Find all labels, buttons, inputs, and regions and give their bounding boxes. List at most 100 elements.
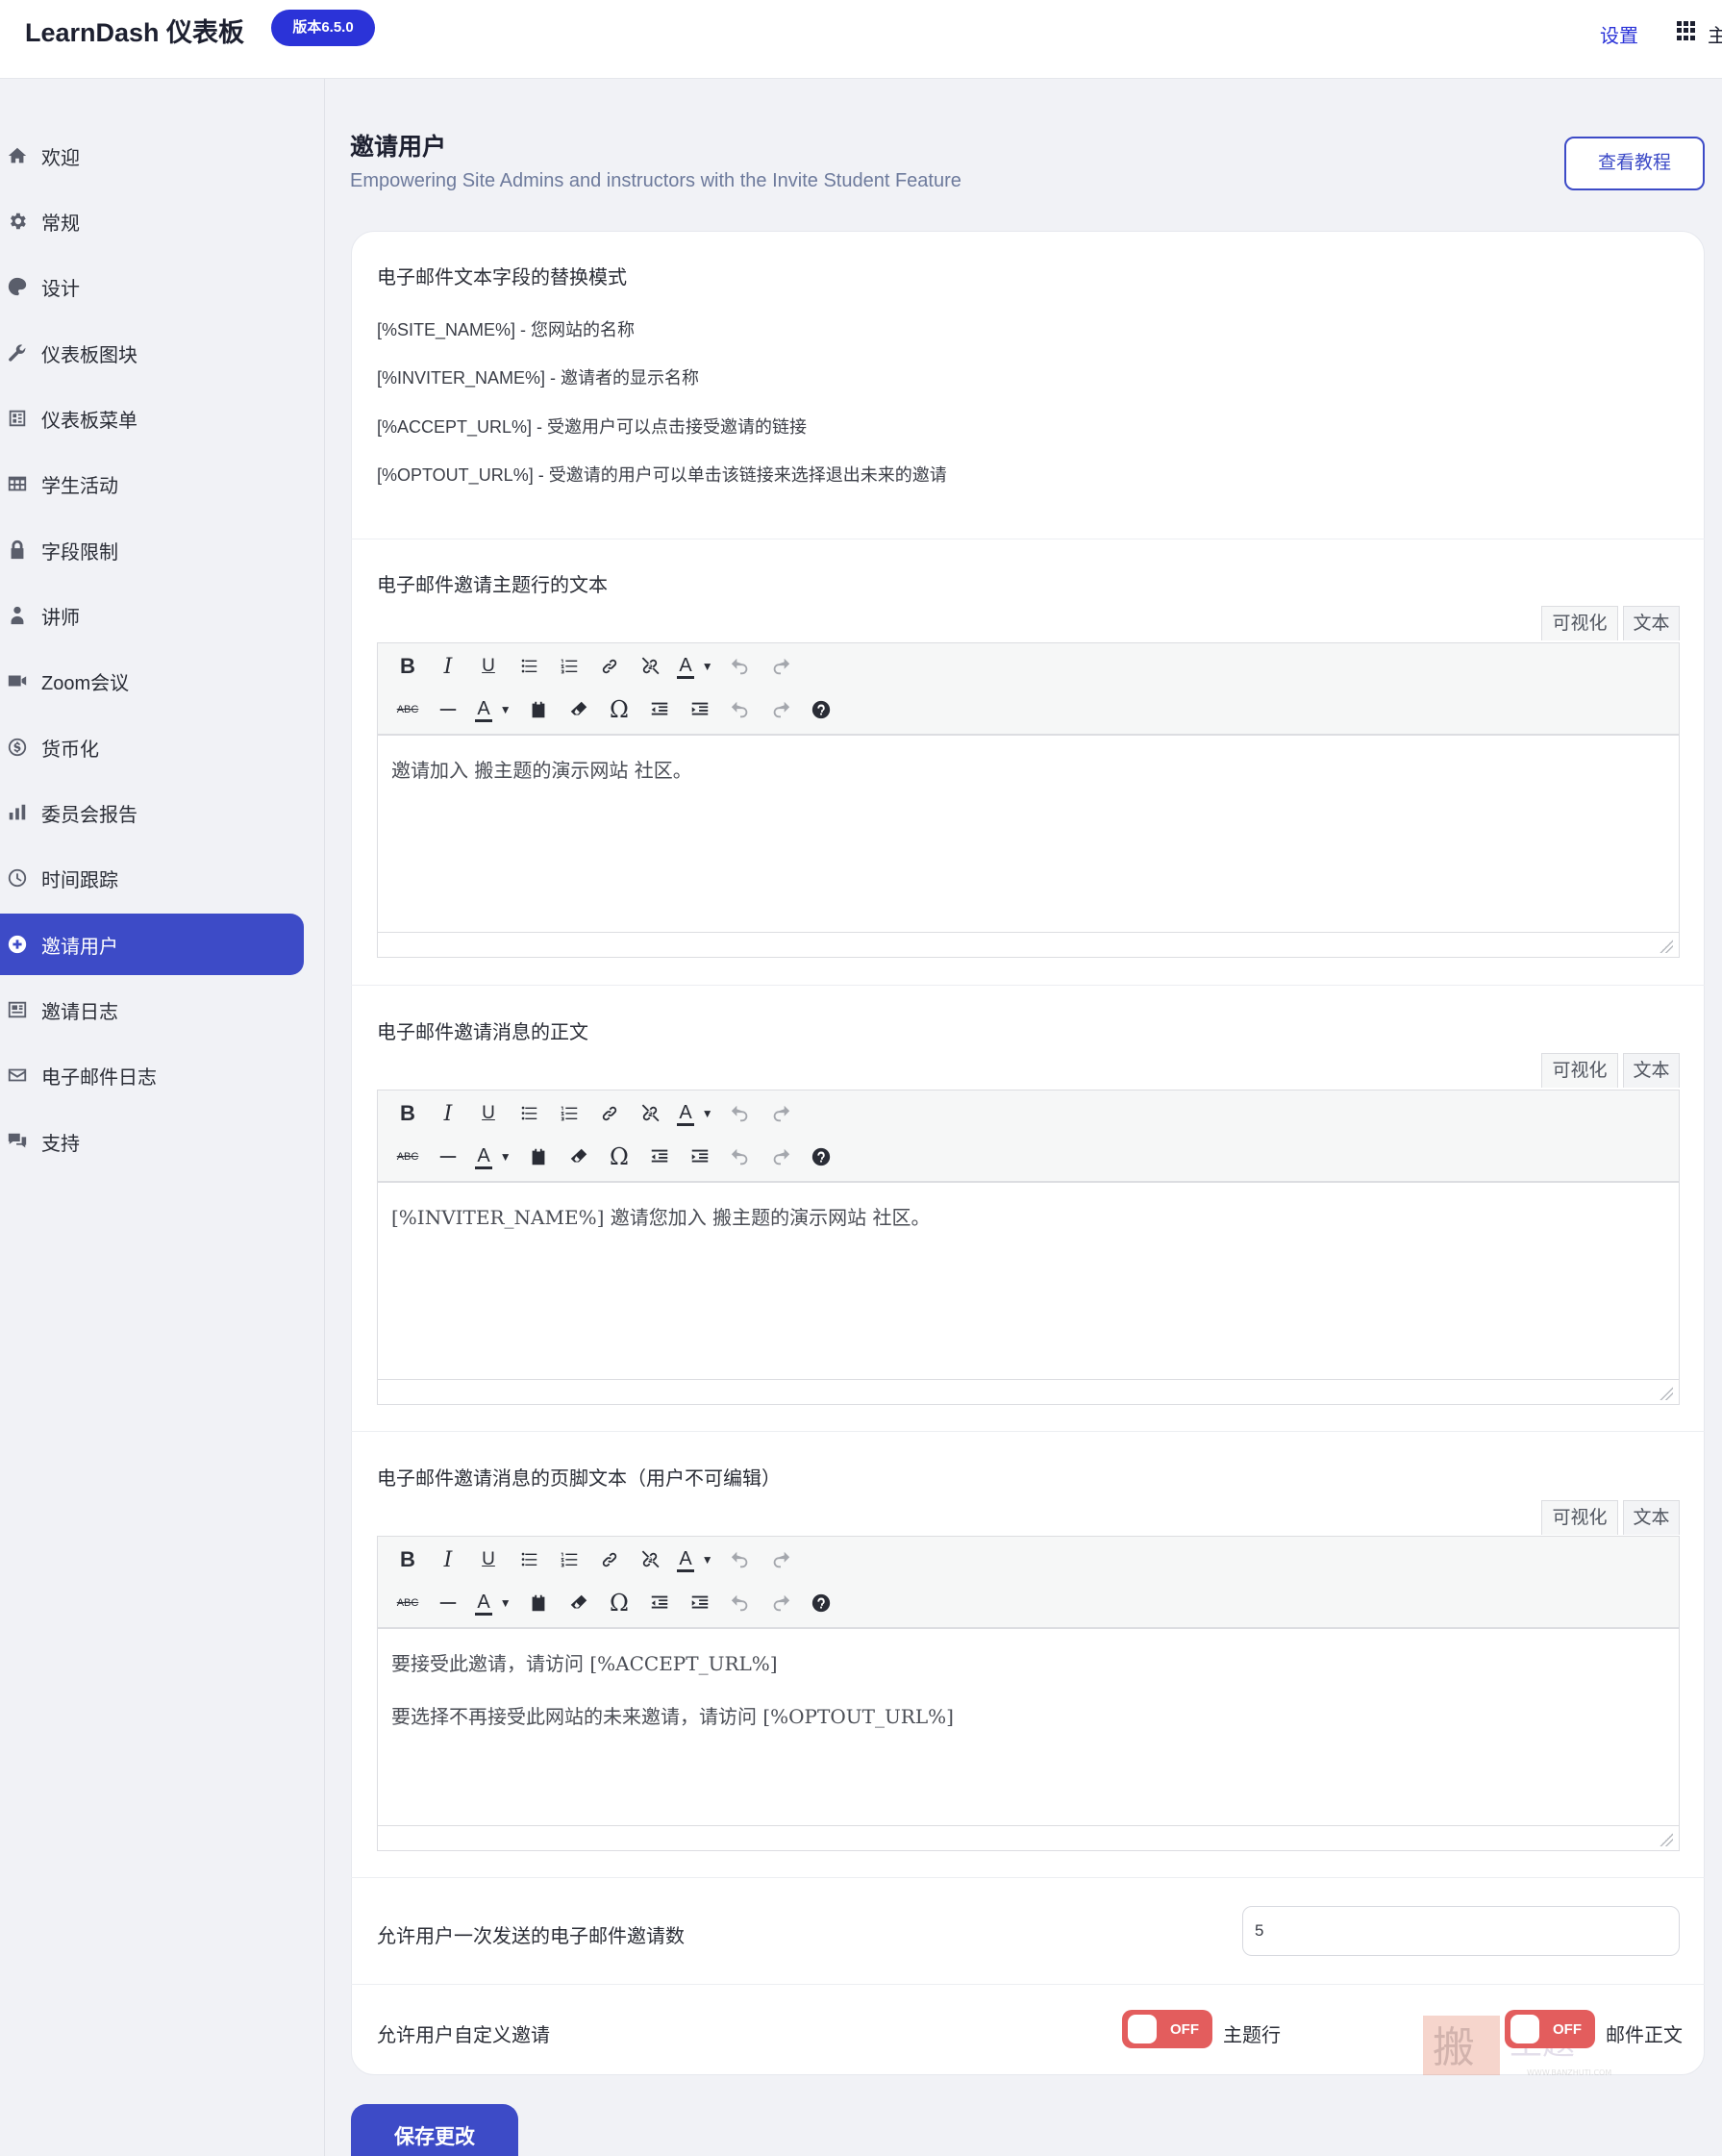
clear-formatting-icon[interactable] (559, 1584, 599, 1622)
sidebar-item[interactable]: 邀请日志 (0, 979, 304, 1040)
sidebar-item[interactable]: 字段限制 (0, 519, 304, 581)
undo-icon[interactable] (720, 1541, 761, 1579)
resize-grip-icon[interactable] (1660, 1833, 1673, 1846)
unlink-icon[interactable] (630, 647, 670, 686)
view-tutorial-button[interactable]: 查看教程 (1564, 137, 1705, 190)
bold-button[interactable]: B (387, 1541, 428, 1579)
sidebar-item[interactable]: 学生活动 (0, 453, 304, 514)
strikethrough-button[interactable]: ABC (387, 690, 428, 729)
undo-icon[interactable] (720, 1094, 761, 1133)
visual-tab[interactable]: 可视化 (1541, 1500, 1618, 1535)
bullet-list-icon[interactable] (509, 1541, 549, 1579)
sidebar-item[interactable]: 欢迎 (0, 125, 304, 187)
indent-icon[interactable] (680, 1584, 720, 1622)
redo-icon[interactable] (761, 1584, 801, 1622)
text-color-button[interactable]: A ▼ (468, 1145, 518, 1169)
link-icon[interactable] (589, 1541, 630, 1579)
sidebar-item[interactable]: 货币化 (0, 716, 304, 778)
top-menu-link-truncated[interactable]: 主 (1708, 20, 1722, 48)
editor-content[interactable]: 邀请加入 搬主题的演示网站 社区。 (378, 736, 1679, 934)
help-icon[interactable] (801, 1584, 841, 1622)
special-character-button[interactable]: Ω (599, 1584, 639, 1622)
editor-content[interactable]: 要接受此邀请，请访问 [%ACCEPT_URL%] 要选择不再接受此网站的未来邀请… (378, 1629, 1679, 1827)
sidebar-item[interactable]: 委员会报告 (0, 782, 304, 843)
italic-button[interactable]: I (428, 1541, 468, 1579)
bold-button[interactable]: B (387, 1094, 428, 1133)
horizontal-rule-icon[interactable] (428, 1584, 468, 1622)
resize-grip-icon[interactable] (1660, 1387, 1673, 1400)
resize-grip-icon[interactable] (1660, 940, 1673, 953)
text-color-button[interactable]: A ▼ (468, 1592, 518, 1616)
sidebar-item[interactable]: 仪表板菜单 (0, 388, 304, 449)
numbered-list-icon[interactable] (549, 1094, 589, 1133)
text-color-button[interactable]: A ▼ (468, 698, 518, 722)
max-invites-input[interactable]: 5 (1242, 1906, 1680, 1956)
unlink-icon[interactable] (630, 1094, 670, 1133)
redo-icon[interactable] (761, 690, 801, 729)
clear-formatting-icon[interactable] (559, 1138, 599, 1176)
undo-icon[interactable] (720, 690, 761, 729)
redo-icon[interactable] (761, 1541, 801, 1579)
paste-text-icon[interactable] (518, 1584, 559, 1622)
settings-link[interactable]: 设置 (1600, 20, 1638, 48)
toggle-knob (1510, 2015, 1539, 2043)
bold-button[interactable]: B (387, 647, 428, 686)
underline-button[interactable]: U (468, 1541, 509, 1579)
outdent-icon[interactable] (639, 1138, 680, 1176)
underline-button[interactable]: U (468, 1094, 509, 1133)
undo-icon[interactable] (720, 1584, 761, 1622)
link-icon[interactable] (589, 647, 630, 686)
bullet-list-icon[interactable] (509, 647, 549, 686)
sidebar-item[interactable]: 讲师 (0, 585, 304, 646)
paste-text-icon[interactable] (518, 1138, 559, 1176)
sidebar-item[interactable]: 支持 (0, 1111, 304, 1172)
link-icon[interactable] (589, 1094, 630, 1133)
sidebar-item[interactable]: 常规 (0, 190, 304, 252)
save-changes-button[interactable]: 保存更改 (351, 2104, 518, 2156)
sidebar-item[interactable]: 邀请用户 (0, 914, 304, 975)
numbered-list-icon[interactable] (549, 1541, 589, 1579)
text-color-button[interactable]: A ▼ (670, 1102, 720, 1126)
special-character-button[interactable]: Ω (599, 1138, 639, 1176)
editor-content[interactable]: [%INVITER_NAME%] 邀请您加入 搬主题的演示网站 社区。 (378, 1183, 1679, 1381)
text-color-button[interactable]: A ▼ (670, 1548, 720, 1572)
help-icon[interactable] (801, 1138, 841, 1176)
visual-tab[interactable]: 可视化 (1541, 1053, 1618, 1088)
sidebar-item[interactable]: 仪表板图块 (0, 322, 304, 384)
text-color-button[interactable]: A ▼ (670, 655, 720, 679)
visual-tab[interactable]: 可视化 (1541, 606, 1618, 640)
strikethrough-button[interactable]: ABC (387, 1138, 428, 1176)
horizontal-rule-icon[interactable] (428, 690, 468, 729)
outdent-icon[interactable] (639, 1584, 680, 1622)
apps-grid-icon[interactable] (1677, 21, 1696, 40)
italic-button[interactable]: I (428, 647, 468, 686)
undo-icon[interactable] (720, 647, 761, 686)
undo-icon[interactable] (720, 1138, 761, 1176)
subject-line-toggle[interactable]: OFF (1122, 2010, 1212, 2048)
email-body-toggle[interactable]: OFF (1505, 2010, 1595, 2048)
redo-icon[interactable] (761, 647, 801, 686)
unlink-icon[interactable] (630, 1541, 670, 1579)
indent-icon[interactable] (680, 1138, 720, 1176)
indent-icon[interactable] (680, 690, 720, 729)
help-icon[interactable] (801, 690, 841, 729)
paste-text-icon[interactable] (518, 690, 559, 729)
text-tab[interactable]: 文本 (1623, 1053, 1680, 1088)
redo-icon[interactable] (761, 1094, 801, 1133)
redo-icon[interactable] (761, 1138, 801, 1176)
numbered-list-icon[interactable] (549, 647, 589, 686)
horizontal-rule-icon[interactable] (428, 1138, 468, 1176)
text-tab[interactable]: 文本 (1623, 606, 1680, 640)
sidebar-item[interactable]: 时间跟踪 (0, 847, 304, 909)
italic-button[interactable]: I (428, 1094, 468, 1133)
text-tab[interactable]: 文本 (1623, 1500, 1680, 1535)
bullet-list-icon[interactable] (509, 1094, 549, 1133)
clear-formatting-icon[interactable] (559, 690, 599, 729)
sidebar-item[interactable]: 设计 (0, 256, 304, 317)
sidebar-item[interactable]: 电子邮件日志 (0, 1044, 304, 1106)
sidebar-item[interactable]: Zoom会议 (0, 650, 304, 712)
special-character-button[interactable]: Ω (599, 690, 639, 729)
underline-button[interactable]: U (468, 647, 509, 686)
outdent-icon[interactable] (639, 690, 680, 729)
strikethrough-button[interactable]: ABC (387, 1584, 428, 1622)
